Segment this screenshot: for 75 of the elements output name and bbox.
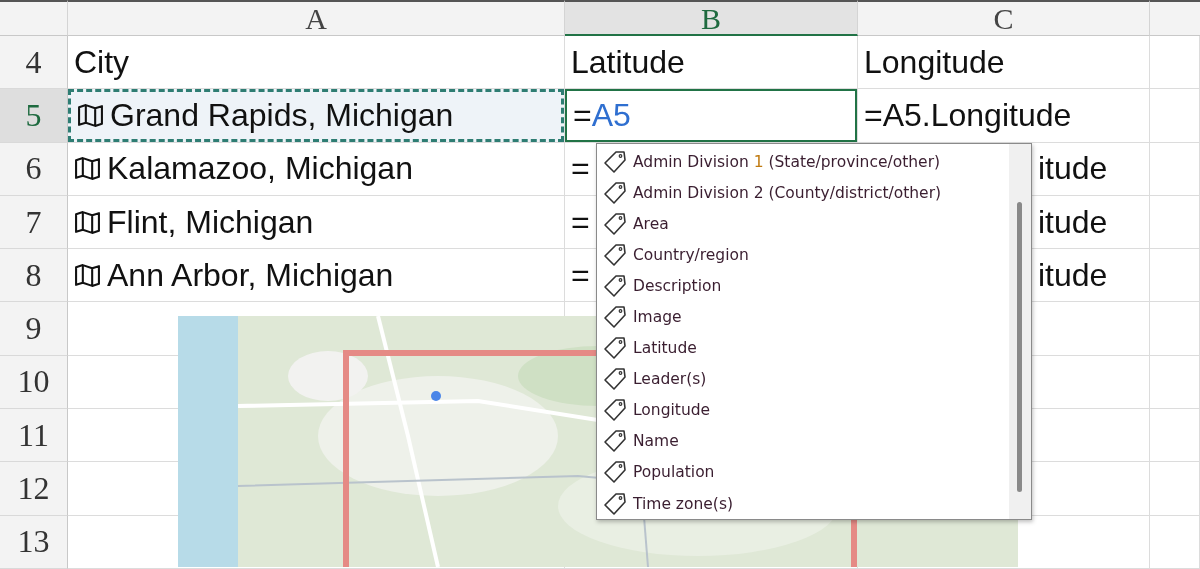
- row-header[interactable]: 7: [0, 195, 68, 250]
- tag-icon: [603, 367, 627, 392]
- table-cell-text: Longitude: [863, 43, 1005, 81]
- tag-icon: [603, 398, 627, 423]
- tag-icon: [603, 336, 627, 361]
- row-header[interactable]: 11: [0, 409, 68, 463]
- autocomplete-label: Admin Division 2 (County/district/other): [633, 183, 942, 202]
- autocomplete-item[interactable]: Leader(s): [597, 363, 1009, 395]
- autocomplete-item[interactable]: Population: [597, 456, 1009, 489]
- row-header[interactable]: 5: [0, 89, 68, 143]
- autocomplete-label: Image: [633, 308, 682, 326]
- table-cell-text: Latitude: [570, 43, 685, 81]
- row-header[interactable]: 10: [0, 355, 68, 410]
- empty-cell: [1150, 302, 1200, 356]
- autocomplete-label: Leader(s): [633, 370, 707, 389]
- tag-icon: [603, 242, 627, 267]
- autocomplete-label: Latitude: [633, 339, 697, 358]
- table-cell-text: City: [73, 43, 130, 81]
- autocomplete-label: Name: [633, 432, 679, 451]
- map-icon[interactable]: [74, 262, 101, 288]
- autocomplete-label: Area: [633, 214, 669, 233]
- tag-icon: [603, 180, 627, 205]
- column-header[interactable]: B: [565, 0, 858, 36]
- table-cell-text: itude: [1037, 203, 1108, 241]
- row-header[interactable]: 13: [0, 515, 68, 569]
- row-header[interactable]: 4: [0, 36, 68, 90]
- map-icon[interactable]: [77, 102, 104, 128]
- scrollbar-thumb[interactable]: [1017, 202, 1022, 492]
- tag-icon: [603, 460, 627, 485]
- empty-cell: [1150, 355, 1200, 410]
- autocomplete-item[interactable]: Admin Division 1 (State/province/other): [597, 146, 1009, 178]
- tag-icon: [603, 305, 627, 329]
- map-icon[interactable]: [74, 209, 101, 235]
- table-cell-text: =: [570, 203, 590, 241]
- autocomplete-label: Country/region: [633, 245, 749, 264]
- autocomplete-item[interactable]: Admin Division 2 (County/district/other): [597, 177, 1009, 209]
- tag-icon: [603, 429, 627, 454]
- autocomplete-label: Description: [633, 276, 722, 295]
- autocomplete-item[interactable]: Longitude: [597, 394, 1009, 426]
- tag-icon: [603, 149, 627, 174]
- autocomplete-item[interactable]: Country/region: [597, 239, 1009, 271]
- autocomplete-item[interactable]: Time zone(s): [597, 488, 1009, 520]
- autocomplete-item[interactable]: Image: [597, 301, 1009, 333]
- empty-cell: [1150, 515, 1200, 569]
- table-cell: Kalamazoo, Michigan: [107, 150, 413, 188]
- autocomplete-item[interactable]: Name: [597, 425, 1009, 457]
- table-cell: Flint, Michigan: [107, 203, 314, 241]
- column-header[interactable]: C: [858, 0, 1150, 36]
- table-cell-text: =A5.Longitude: [863, 96, 1072, 134]
- table-cell: Ann Arbor, Michigan: [107, 256, 394, 294]
- autocomplete-label: Longitude: [633, 401, 711, 420]
- empty-cell: [1150, 462, 1200, 516]
- table-cell-text: =: [570, 150, 590, 188]
- row-header[interactable]: 12: [0, 462, 68, 516]
- table-cell-text: itude: [1037, 256, 1108, 294]
- autocomplete-label: Population: [633, 463, 715, 482]
- table-cell-text: =: [570, 256, 590, 294]
- autocomplete-item[interactable]: Description: [597, 270, 1009, 302]
- autocomplete-item[interactable]: Latitude: [597, 332, 1009, 364]
- autocomplete-label: Time zone(s): [633, 494, 733, 513]
- column-header[interactable]: A: [68, 0, 565, 36]
- autocomplete-label: Admin Division 1 (State/province/other): [633, 152, 941, 171]
- tag-icon: [603, 273, 627, 298]
- empty-cell: [1150, 409, 1200, 463]
- autocomplete-item[interactable]: Area: [597, 208, 1009, 240]
- formula-cell[interactable]: =A5: [565, 89, 857, 142]
- tag-icon: [603, 491, 627, 516]
- tag-icon: [603, 211, 627, 236]
- row-header[interactable]: 9: [0, 302, 68, 356]
- table-cell: Grand Rapids, Michigan: [110, 96, 454, 134]
- row-header[interactable]: 8: [0, 249, 68, 303]
- select-all-corner[interactable]: [0, 0, 68, 36]
- column-header[interactable]: [1150, 0, 1200, 36]
- row-header[interactable]: 6: [0, 142, 68, 196]
- map-icon[interactable]: [74, 156, 101, 182]
